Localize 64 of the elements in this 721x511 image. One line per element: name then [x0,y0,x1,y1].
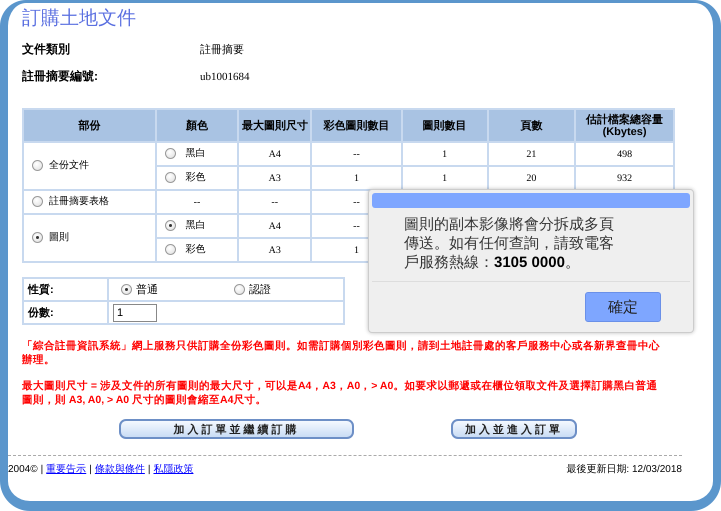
table-cell: 20 [526,172,536,184]
option-label: 註冊摘要表格 [49,194,109,208]
footer-link[interactable]: 私隱政策 [153,462,194,476]
radio-button[interactable] [32,196,43,207]
option-label: 彩色 [186,171,206,184]
table-cell: -- [353,220,360,232]
table-cell: -- [353,196,360,208]
option-label: 普通 [136,282,158,297]
radio-button[interactable] [234,284,245,295]
table-cell: 498 [617,148,632,160]
page-title: 訂購土地文件 [22,7,137,31]
column-header: 顏色 [156,109,238,142]
option-label: 認證 [249,283,271,297]
copies-input[interactable]: 1 [113,304,157,322]
table-cell: 21 [526,148,536,160]
table-cell: 1 [354,172,359,184]
footer-text: | [40,464,44,474]
footer-link[interactable]: 條款與條件 [94,462,145,476]
column-header: 部份 [23,109,156,142]
table-cell: A4 [268,220,281,232]
footer-text: | [89,464,92,474]
add-to-order-button[interactable]: 加入訂單並繼續訂購 [119,419,354,439]
table-cell: A3 [268,244,281,256]
field-label: 註冊摘要編號: [22,68,99,85]
table-cell: A3 [268,172,281,184]
radio-button[interactable] [164,220,176,231]
table-cell: -- [353,148,360,160]
dialog-message: 圖則的副本影像將會分拆成多頁傳送。如有任何查詢，請致電客戶服務熱線：3105 0000。 [403,215,615,273]
radio-button[interactable] [164,148,176,159]
notice-text: 「綜合註冊資訊系統」網上服務只供訂購全份彩色圖則。如需訂購個別彩色圖則，請到土地註冊處的客戶服務中心或各新界查冊中心辦理。 [22,339,661,367]
radio-button[interactable] [164,172,176,183]
add-to-order-button[interactable]: 加入並進入訂單 [451,419,577,439]
field-label: 份數: [28,307,54,319]
ok-button[interactable]: 確定 [585,292,661,322]
column-header: 最大圖則尺寸 [238,109,312,142]
radio-button[interactable] [32,232,43,243]
last-updated: 最後更新日期: 12/03/2018 [566,462,682,476]
field-label: 文件類別 [22,41,71,58]
radio-button[interactable] [121,284,132,295]
table-cell: 1 [442,172,448,184]
table-cell: A4 [268,148,281,160]
option-label: 黑白 [186,147,206,160]
option-label: 黑白 [186,219,206,232]
field-value: 註冊摘要 [200,42,245,57]
column-header: 頁數 [488,109,576,142]
field-label: 性質: [28,284,54,296]
table-cell: -- [194,196,200,208]
column-header: 彩色圖則數目 [311,109,402,142]
footer-link[interactable]: 重要告示 [46,462,86,476]
footer-text: | [148,464,150,474]
notice-text: 最大圖則尺寸 = 涉及文件的所有圖則的最大尺寸，可以是A4，A3，A0，> A0。如要求以郵遞或在櫃位領取文件及選擇訂購黑白普通圖則，則 A3, A0, > A0 尺寸的圖則會縮至A4尺寸。 [22,379,658,407]
field-value: ub1001684 [200,70,250,82]
option-label: 全份文件 [49,158,89,172]
table-cell: 1 [442,148,448,160]
column-header: 圖則數目 [402,109,488,142]
table-cell: -- [271,196,278,208]
option-label: 圖則 [49,231,69,244]
table-cell: 1 [354,244,359,256]
radio-button[interactable] [32,160,43,171]
option-label: 彩色 [186,243,206,256]
column-header: 估計檔案總容量 (Kbytes) [575,109,674,142]
radio-button[interactable] [164,244,176,255]
footer-text: 2004© [8,464,38,474]
table-cell: 932 [617,172,632,184]
